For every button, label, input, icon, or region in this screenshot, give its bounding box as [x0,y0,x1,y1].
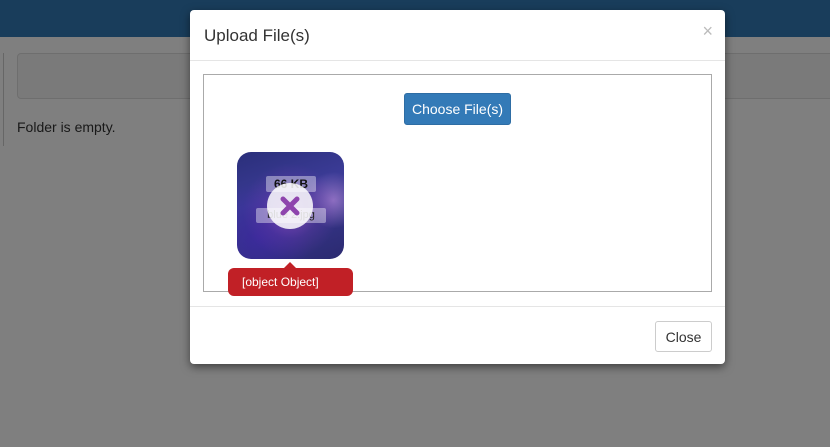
close-icon[interactable]: × [702,21,713,41]
modal-footer: Close [190,306,725,365]
upload-error-tooltip: [object Object] [228,262,353,296]
file-preview-thumbnail: 66 KB blue 2.jpg [237,152,344,259]
upload-dropzone[interactable]: Choose File(s) 66 KB blue 2.jpg [object … [203,74,712,296]
choose-files-button[interactable]: Choose File(s) [404,93,511,125]
modal-header: Upload File(s) × [190,10,725,61]
upload-modal: Upload File(s) × Choose File(s) 66 KB bl… [190,10,725,364]
remove-icon [280,196,300,216]
close-button[interactable]: Close [655,321,712,352]
remove-file-button[interactable] [267,183,313,229]
modal-title: Upload File(s) [204,26,310,45]
